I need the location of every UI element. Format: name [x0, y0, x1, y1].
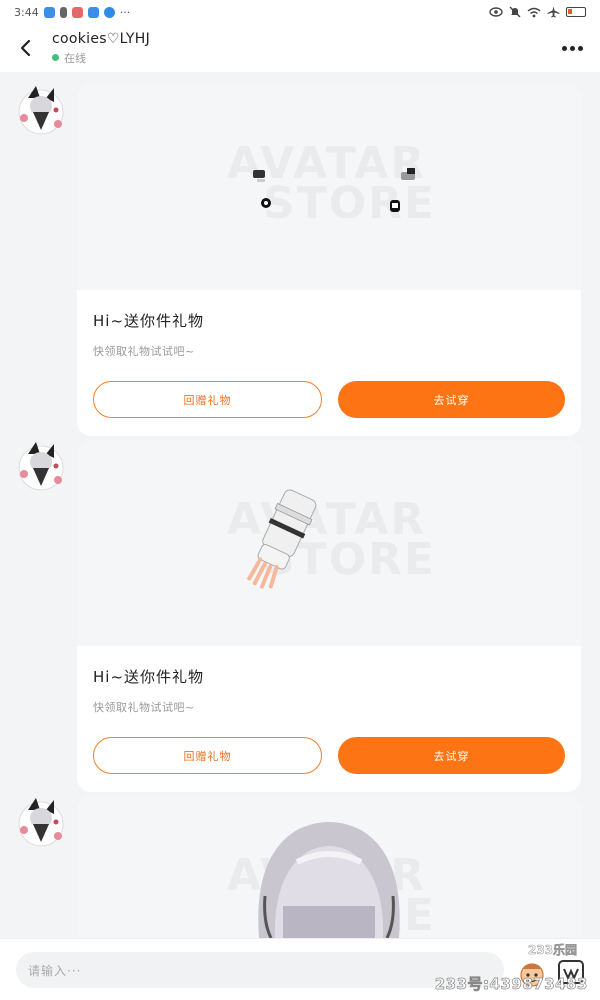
browser-icon: [103, 6, 115, 18]
gift-earrings-item: [253, 168, 415, 212]
card-actions: 回赠礼物 去试穿: [93, 737, 565, 774]
app-notification-icon: [71, 6, 83, 18]
gift-preview-image[interactable]: AVATAR STORE: [77, 440, 581, 646]
gift-message-card: AVATAR STORE Hi~送你件礼物 快领取礼物试试吧~ 回赠礼物 去试穿: [77, 440, 581, 792]
gift-message-card: AVATAR STORE: [77, 796, 581, 938]
card-actions: 回赠礼物 去试穿: [93, 381, 565, 418]
airplane-icon: [547, 6, 560, 18]
more-dots-icon: [561, 45, 567, 51]
avatar-image: [18, 798, 64, 847]
online-dot-icon: [52, 54, 59, 61]
gift-description: 快领取礼物试试吧~: [93, 345, 195, 358]
battery-icon: [566, 7, 586, 17]
wifi-icon: [527, 7, 541, 17]
gift-title: Hi~送你件礼物: [93, 668, 205, 686]
avatar-image: [18, 442, 64, 491]
status-right: [489, 6, 586, 18]
card-body: Hi~送你件礼物 快领取礼物试试吧~ 回赠礼物 去试穿: [77, 290, 581, 436]
card-body: Hi~送你件礼物 快领取礼物试试吧~ 回赠礼物 去试穿: [77, 646, 581, 792]
try-on-button[interactable]: 去试穿: [338, 737, 565, 774]
user-id-watermark: 233号:439873483: [434, 975, 588, 994]
app-notification-icon: [43, 6, 55, 18]
gift-description: 快领取礼物试试吧~: [93, 701, 195, 714]
eye-icon: [489, 7, 503, 17]
return-gift-button[interactable]: 回赠礼物: [93, 381, 322, 418]
gift-preview-image[interactable]: AVATAR STORE: [77, 84, 581, 290]
contact-name: cookies♡LYHJ: [52, 30, 151, 47]
try-on-button[interactable]: 去试穿: [338, 381, 565, 418]
app-notification-icon: [87, 6, 99, 18]
gift-preview-image[interactable]: AVATAR STORE: [77, 796, 581, 938]
online-status-label: 在线: [64, 51, 86, 65]
avatar-image: [18, 86, 64, 135]
mute-icon: [509, 6, 521, 18]
sim-icon: [59, 6, 67, 18]
earring-left: [253, 170, 271, 208]
gift-title: Hi~送你件礼物: [93, 312, 205, 330]
online-status: 在线: [52, 50, 150, 66]
back-button[interactable]: [0, 24, 52, 72]
gift-message-card: AVATAR STORE Hi~送你件礼物 快领取礼物试试吧~ 回赠礼物 去试穿: [77, 84, 581, 436]
contact-avatar[interactable]: [16, 440, 66, 492]
message-input-bar: 请输入··· 233乐园 233号:439873483: [0, 938, 600, 1000]
header-title-group: cookies♡LYHJ 在线: [52, 31, 150, 66]
gift-glove-item: [247, 489, 317, 589]
status-bar: 3:44 ···: [0, 0, 600, 24]
message-input[interactable]: 请输入···: [16, 952, 504, 988]
return-gift-button[interactable]: 回赠礼物: [93, 737, 322, 774]
chat-header: cookies♡LYHJ 在线: [0, 24, 600, 72]
site-watermark: 233乐园: [528, 943, 578, 958]
more-options-button[interactable]: [544, 24, 600, 72]
status-more-dots: ···: [119, 5, 131, 19]
gift-hair-item: [258, 822, 400, 938]
contact-avatar[interactable]: [16, 84, 66, 136]
status-time: 3:44: [14, 5, 39, 19]
earring-right: [390, 168, 415, 212]
status-left: 3:44 ···: [14, 6, 130, 19]
chevron-left-icon: [20, 39, 31, 57]
contact-avatar[interactable]: [16, 796, 66, 848]
